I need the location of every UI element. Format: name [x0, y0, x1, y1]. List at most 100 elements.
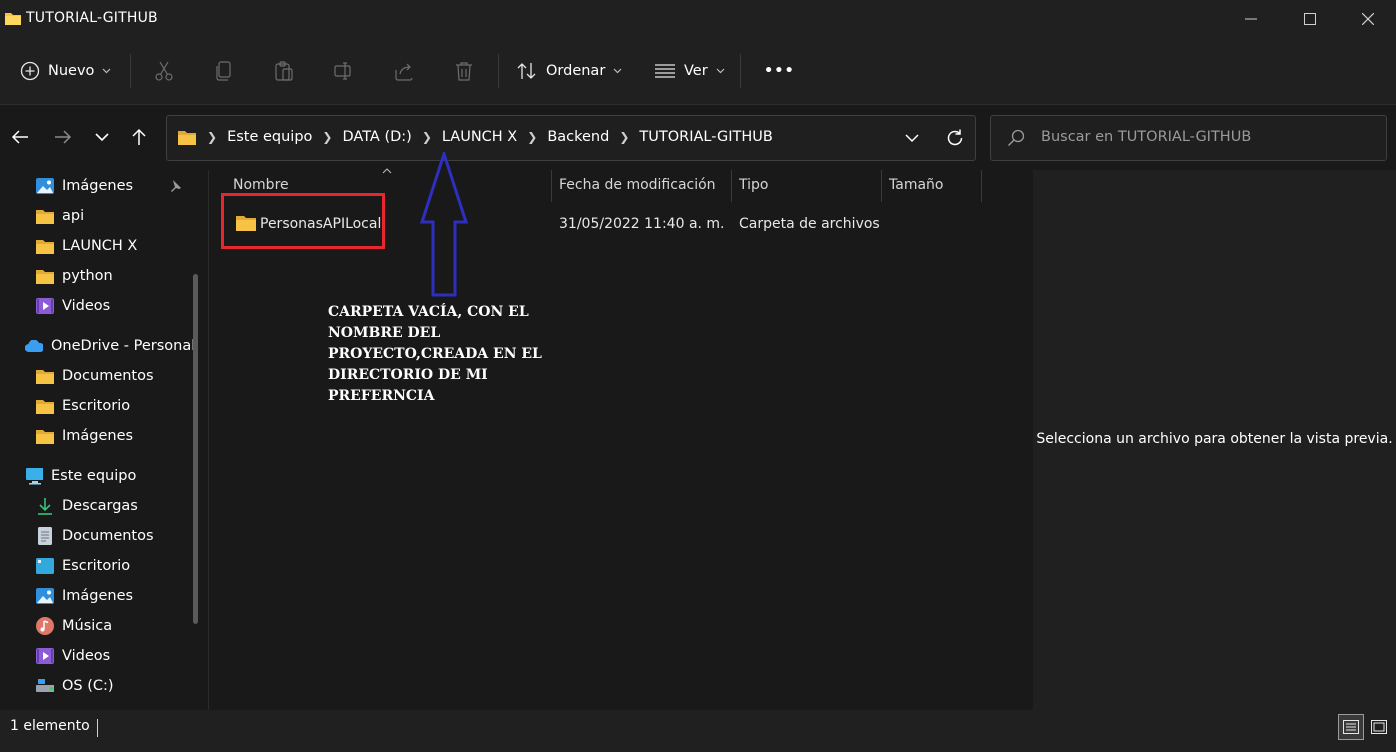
column-header-size[interactable]: Tamaño [889, 177, 943, 193]
folder-icon [36, 207, 54, 225]
window-title: TUTORIAL-GITHUB [26, 10, 158, 26]
sort-button[interactable]: Ordenar [510, 53, 628, 89]
up-button[interactable] [122, 120, 156, 154]
chevron-down-icon [95, 132, 109, 141]
column-header-name[interactable]: Nombre [233, 177, 289, 193]
tiles-view-button[interactable] [1366, 714, 1392, 740]
arrow-up-icon [132, 128, 146, 145]
rename-icon[interactable] [326, 53, 362, 89]
status-divider [97, 719, 98, 737]
recent-locations-button[interactable] [85, 120, 119, 154]
minimize-button[interactable] [1228, 0, 1274, 38]
sidebar-item-label: Escritorio [62, 398, 131, 414]
videos-icon [36, 647, 54, 665]
search-input[interactable] [1039, 128, 1373, 146]
chevron-down-icon [102, 68, 111, 74]
column-divider[interactable] [731, 170, 732, 202]
computer-icon [25, 467, 43, 485]
sidebar-item-pictures-quick[interactable]: Imágenes [36, 172, 133, 200]
pin-icon[interactable] [168, 179, 182, 193]
sidebar-item-python[interactable]: python [36, 262, 113, 290]
chevron-down-icon[interactable] [905, 134, 919, 143]
paste-icon[interactable] [266, 53, 302, 89]
more-options-button[interactable]: ••• [758, 53, 801, 89]
maximize-button[interactable] [1287, 0, 1333, 38]
arrow-right-icon [55, 130, 72, 144]
sidebar-item-label: Imágenes [62, 428, 134, 444]
sort-icon [516, 61, 538, 81]
sidebar-item-downloads[interactable]: Descargas [36, 492, 138, 520]
folder-icon [36, 267, 54, 285]
search-box[interactable] [990, 115, 1387, 161]
sidebar-item-onedrive-pictures[interactable]: Imágenes [36, 422, 133, 450]
sidebar-item-documents[interactable]: Documentos [36, 522, 154, 550]
sidebar-item-launch-x[interactable]: LAUNCH X [36, 232, 137, 260]
file-list: Nombre Fecha de modificación Tipo Tamaño… [214, 168, 1032, 710]
sidebar-item-label: LAUNCH X [62, 238, 138, 254]
folder-icon [36, 427, 54, 445]
folder-icon [177, 129, 197, 146]
separator [130, 54, 131, 88]
back-button[interactable] [3, 120, 37, 154]
sidebar-item-label: Escritorio [62, 558, 131, 574]
address-bar[interactable]: ❯ Este equipo ❯ DATA (D:) ❯ LAUNCH X ❯ B… [166, 115, 976, 161]
videos-icon [36, 297, 54, 315]
column-divider[interactable] [551, 170, 552, 202]
column-divider[interactable] [981, 170, 982, 202]
breadcrumb-item[interactable]: LAUNCH X [442, 129, 517, 145]
sidebar-item-desktop[interactable]: Escritorio [36, 552, 130, 580]
breadcrumb-item[interactable]: Backend [547, 129, 609, 145]
sidebar-item-os-c[interactable]: OS (C:) [36, 672, 114, 700]
details-view-button[interactable] [1338, 714, 1364, 740]
sidebar-item-label: Documentos [62, 528, 154, 544]
delete-icon[interactable] [446, 53, 482, 89]
folder-icon [36, 367, 54, 385]
status-bar: 1 elemento [0, 710, 1396, 752]
music-icon [36, 617, 54, 635]
folder-icon [4, 11, 22, 26]
title-bar: TUTORIAL-GITHUB [0, 0, 1396, 38]
breadcrumb-item[interactable]: DATA (D:) [342, 129, 411, 145]
column-divider[interactable] [881, 170, 882, 202]
sidebar-item-music[interactable]: Música [36, 612, 112, 640]
cut-icon[interactable] [146, 53, 182, 89]
copy-icon[interactable] [206, 53, 242, 89]
chevron-down-icon [716, 68, 725, 74]
preview-message: Selecciona un archivo para obtener la vi… [1036, 431, 1393, 447]
sidebar-item-label: api [62, 208, 85, 224]
refresh-icon[interactable] [945, 128, 965, 148]
plus-circle-icon [20, 61, 40, 81]
search-icon [1007, 129, 1025, 147]
sidebar-item-onedrive[interactable]: OneDrive - Personal [25, 332, 195, 360]
sidebar-item-onedrive-documents[interactable]: Documentos [36, 362, 154, 390]
sidebar-item-videos-quick[interactable]: Videos [36, 292, 110, 320]
annotation-text: CARPETA VACÍA, CON EL NOMBRE DEL PROYECT… [328, 304, 542, 404]
share-icon[interactable] [386, 53, 422, 89]
sidebar-item-this-pc[interactable]: Este equipo [25, 462, 136, 490]
pictures-icon [36, 177, 54, 195]
view-button[interactable]: Ver [648, 53, 731, 89]
drive-icon [36, 677, 54, 695]
annotation-arrow [418, 152, 470, 298]
breadcrumb-item[interactable]: Este equipo [227, 129, 312, 145]
breadcrumb-item[interactable]: TUTORIAL-GITHUB [639, 129, 772, 145]
sidebar-item-label: Música [62, 618, 113, 634]
new-button[interactable]: Nuevo [14, 53, 117, 89]
sidebar-scrollbar[interactable] [193, 274, 198, 624]
sidebar-item-label: OS (C:) [62, 678, 114, 694]
sidebar-item-onedrive-desktop[interactable]: Escritorio [36, 392, 130, 420]
column-header-modified[interactable]: Fecha de modificación [559, 177, 716, 193]
sidebar-item-pictures[interactable]: Imágenes [36, 582, 133, 610]
sidebar-item-api[interactable]: api [36, 202, 84, 230]
forward-button[interactable] [46, 120, 80, 154]
navigation-pane: Imágenes api LAUNCH X python Videos OneD… [0, 170, 208, 710]
sidebar-item-videos[interactable]: Videos [36, 642, 110, 670]
sort-chevron-up-icon [382, 168, 392, 174]
separator [740, 54, 741, 88]
breadcrumb: ❯ Este equipo ❯ DATA (D:) ❯ LAUNCH X ❯ B… [207, 129, 773, 145]
column-header-type[interactable]: Tipo [739, 177, 768, 193]
view-list-icon [654, 63, 676, 79]
sidebar-item-label: OneDrive - Personal [51, 338, 196, 354]
close-button[interactable] [1345, 0, 1391, 38]
new-label: Nuevo [48, 63, 95, 79]
